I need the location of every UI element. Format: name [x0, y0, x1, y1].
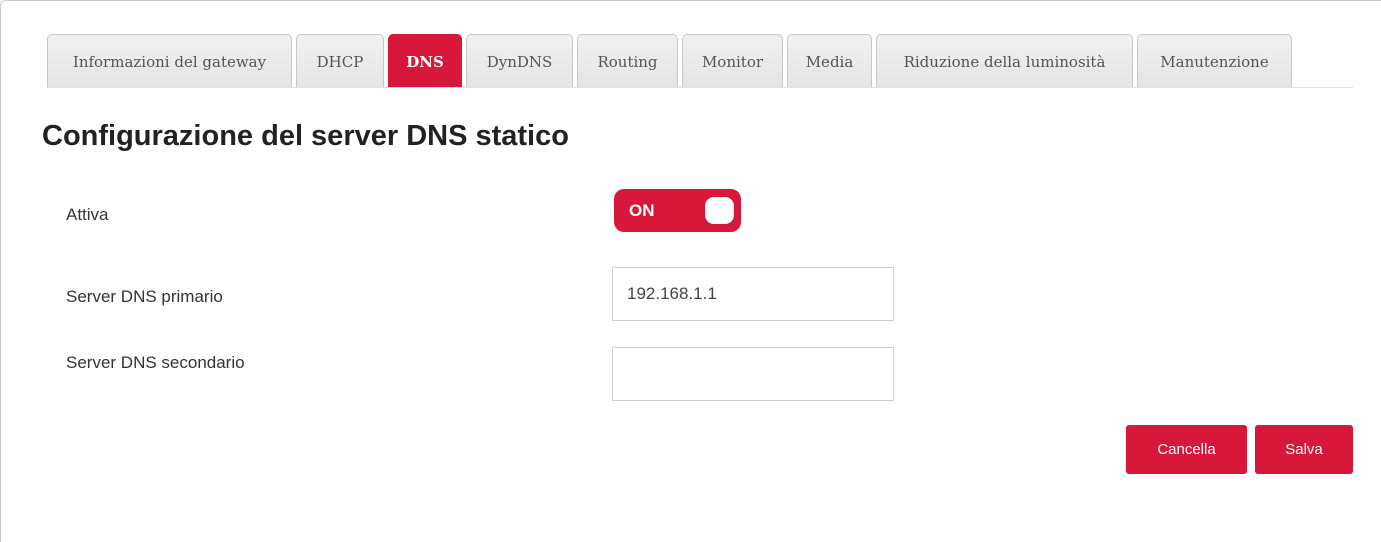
- tab-monitor[interactable]: Monitor: [682, 34, 783, 88]
- page-title: Configurazione del server DNS statico: [42, 120, 569, 152]
- primary-dns-input[interactable]: [612, 267, 894, 321]
- tab-gateway-info[interactable]: Informazioni del gateway: [47, 34, 292, 88]
- toggle-state-text: ON: [629, 201, 655, 220]
- primary-dns-label: Server DNS primario: [66, 287, 223, 306]
- tab-divider: [47, 87, 1353, 88]
- cancel-button[interactable]: Cancella: [1126, 425, 1247, 474]
- tab-bar: Informazioni del gateway DHCP DNS DynDNS…: [47, 34, 1296, 88]
- secondary-dns-input[interactable]: [612, 347, 894, 401]
- tab-brightness-reduction[interactable]: Riduzione della luminosità: [876, 34, 1133, 88]
- tab-dns[interactable]: DNS: [388, 34, 462, 88]
- secondary-dns-label: Server DNS secondario: [66, 353, 245, 372]
- enable-toggle[interactable]: ON: [614, 189, 741, 232]
- tab-maintenance[interactable]: Manutenzione: [1137, 34, 1292, 88]
- tab-routing[interactable]: Routing: [577, 34, 678, 88]
- tab-media[interactable]: Media: [787, 34, 872, 88]
- tab-dhcp[interactable]: DHCP: [296, 34, 384, 88]
- toggle-knob[interactable]: [705, 197, 734, 224]
- save-button[interactable]: Salva: [1255, 425, 1353, 474]
- tab-dyndns[interactable]: DynDNS: [466, 34, 573, 88]
- enable-label: Attiva: [66, 205, 109, 224]
